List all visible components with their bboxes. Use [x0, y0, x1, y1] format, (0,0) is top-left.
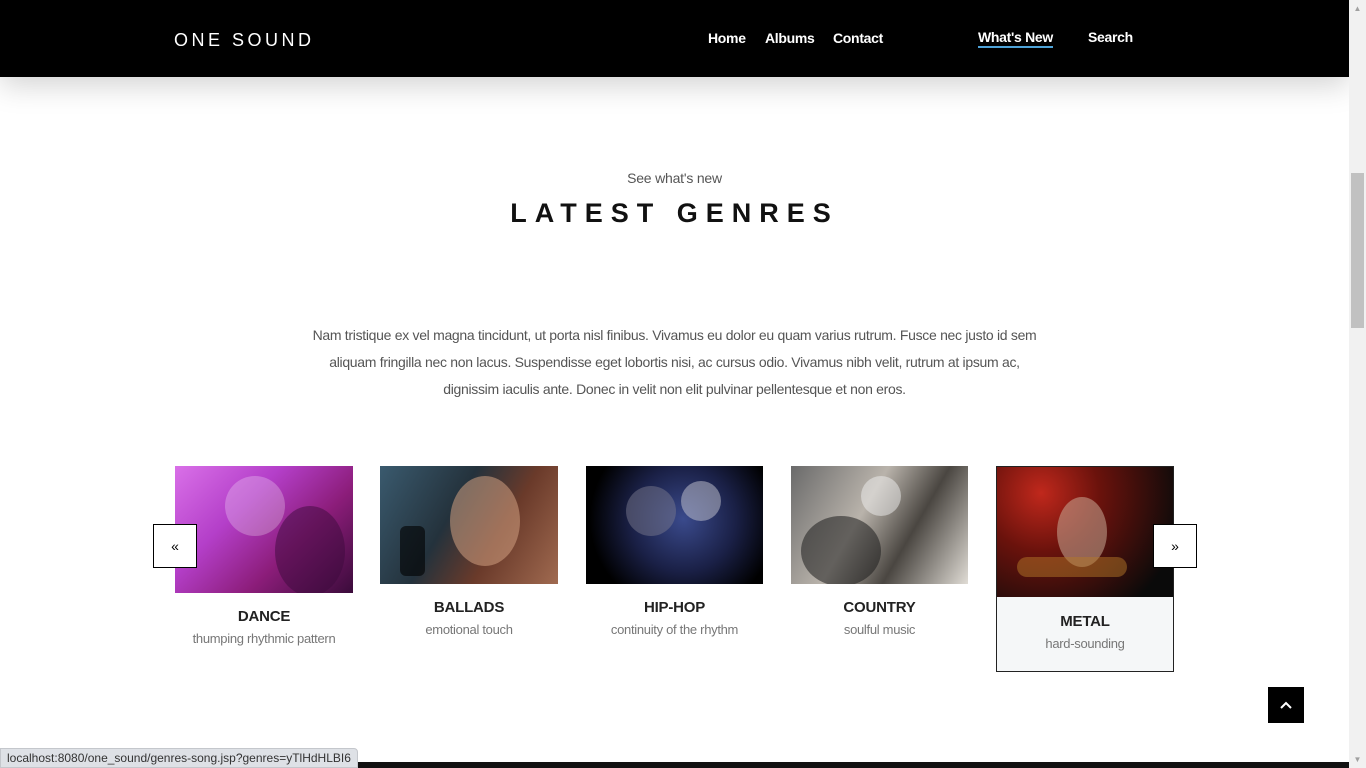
back-to-top-button[interactable]	[1268, 687, 1304, 723]
top-navbar: ONE SOUND Home Albums Contact What's New…	[0, 0, 1349, 77]
genre-desc: continuity of the rhythm	[610, 622, 739, 637]
scrollbar-thumb[interactable]	[1351, 173, 1364, 328]
genre-image-hiphop	[586, 466, 763, 584]
genre-name: HIP-HOP	[643, 599, 706, 616]
genre-card-metal[interactable]: METAL hard-sounding	[996, 466, 1174, 672]
genre-card-country[interactable]: COUNTRY soulful music	[791, 466, 968, 637]
next-section-edge	[350, 762, 1349, 768]
nav-albums[interactable]: Albums	[765, 30, 815, 46]
section-intro: Nam tristique ex vel magna tincidunt, ut…	[312, 327, 1037, 397]
nav-home[interactable]: Home	[708, 30, 746, 46]
nav-whats-new[interactable]: What's New	[978, 29, 1053, 48]
genre-desc: soulful music	[843, 622, 916, 637]
chevron-up-icon	[1280, 701, 1292, 709]
chevron-double-left-icon: «	[171, 538, 179, 554]
genre-desc: emotional touch	[425, 622, 513, 637]
genre-image-country	[791, 466, 968, 584]
genre-name: COUNTRY	[843, 599, 916, 616]
genre-image-dance	[175, 466, 353, 593]
scroll-down-arrow-icon[interactable]: ▼	[1349, 751, 1366, 768]
genre-desc: hard-sounding	[1045, 636, 1125, 651]
genre-name: BALLADS	[433, 599, 505, 616]
slider-prev-button[interactable]: «	[153, 524, 197, 568]
browser-status-bar: localhost:8080/one_sound/genres-song.jsp…	[0, 748, 358, 768]
genre-image-metal	[997, 467, 1173, 597]
genre-card-ballads[interactable]: BALLADS emotional touch	[380, 466, 558, 637]
genre-desc: thumping rhythmic pattern	[192, 631, 336, 646]
genre-name: METAL	[1060, 613, 1110, 630]
brand-logo[interactable]: ONE SOUND	[174, 30, 315, 51]
nav-search[interactable]: Search	[1088, 29, 1133, 45]
genre-card-hiphop[interactable]: HIP-HOP continuity of the rhythm	[586, 466, 763, 637]
genre-name: DANCE	[237, 608, 291, 625]
chevron-double-right-icon: »	[1171, 538, 1179, 554]
nav-contact[interactable]: Contact	[833, 30, 883, 46]
slider-next-button[interactable]: »	[1153, 524, 1197, 568]
genre-image-ballads	[380, 466, 558, 584]
section-kicker: See what's new	[627, 170, 722, 186]
section-title: LATEST GENRES	[510, 198, 839, 228]
scroll-up-arrow-icon[interactable]: ▲	[1349, 0, 1366, 17]
vertical-scrollbar[interactable]: ▲ ▼	[1349, 0, 1366, 768]
genre-card-dance[interactable]: DANCE thumping rhythmic pattern	[175, 466, 353, 646]
